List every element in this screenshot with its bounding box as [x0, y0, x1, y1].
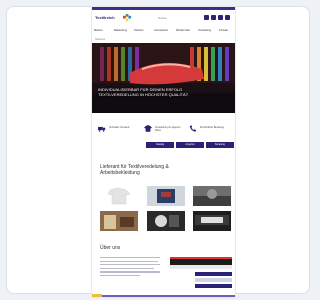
nav-item[interactable]: Bekleidung	[114, 29, 127, 32]
hero-caption: INDIVIDUALISIERBAR FÜR DEINEN ERFOLG TEX…	[98, 87, 218, 97]
main-nav: Marken Bekleidung Taschen Accessoires We…	[94, 29, 233, 34]
search-link[interactable]: Suche	[158, 16, 167, 20]
cart-icon[interactable]	[218, 15, 223, 20]
service-item[interactable]: Persönliche Beratung	[189, 125, 229, 141]
service-strip: Schneller Versand Veredelung im eigenen …	[92, 125, 235, 155]
menu-icon[interactable]	[225, 15, 230, 20]
shirt-icon	[144, 125, 152, 132]
hero-image	[92, 43, 235, 113]
top-bar	[92, 7, 235, 10]
cta-button-secondary[interactable]	[195, 278, 232, 282]
heart-icon[interactable]	[211, 15, 216, 20]
service-text: Persönliche Beratung	[200, 126, 224, 129]
nav-item[interactable]: Taschen	[134, 29, 144, 32]
nav-item[interactable]: Marken	[94, 29, 103, 32]
gallery-image-3[interactable]	[193, 186, 231, 206]
logo-mark-icon	[123, 14, 132, 22]
gallery-image-4[interactable]	[100, 211, 138, 231]
service-item[interactable]: Veredelung im eigenen Haus	[144, 125, 184, 141]
nav-item[interactable]: Kontakt	[219, 29, 228, 32]
about-title: Über uns	[100, 245, 121, 251]
nav-item[interactable]: Veredelung	[198, 29, 211, 32]
tab-link[interactable]: Angebot	[176, 142, 204, 148]
cookie-badge[interactable]	[92, 294, 102, 297]
phone-icon	[189, 125, 197, 132]
truck-icon	[98, 126, 106, 132]
service-text: Veredelung im eigenen Haus	[155, 126, 181, 132]
website-page-screenshot: Textilreich Suche Marken Bekleidung Tasc…	[92, 7, 235, 297]
gallery-image-5[interactable]	[147, 211, 185, 231]
section-title: Lieferant für Textilveredelung & Arbeits…	[100, 164, 169, 176]
cta-button[interactable]	[195, 272, 232, 276]
gallery-image-6[interactable]	[193, 211, 231, 231]
footer-bar	[92, 295, 235, 297]
quick-links: Katalog Angebot Beratung	[146, 142, 234, 148]
user-icon[interactable]	[204, 15, 209, 20]
image-gallery	[100, 186, 232, 234]
gallery-image-2[interactable]	[147, 186, 185, 206]
tab-link[interactable]: Beratung	[206, 142, 234, 148]
hero-caption-line2: TEXTILVEREDELUNG IN HÖCHSTER QUALITÄT	[98, 92, 189, 97]
logo-text: Textilreich	[95, 15, 115, 20]
about-text	[100, 257, 162, 279]
about-image	[170, 257, 232, 265]
cta-button-tertiary[interactable]	[195, 284, 232, 288]
tab-link[interactable]: Katalog	[146, 142, 174, 148]
nav-item[interactable]: Werbemittel	[176, 29, 190, 32]
site-logo[interactable]: Textilreich	[95, 14, 132, 26]
hero-banner[interactable]: INDIVIDUALISIERBAR FÜR DEINEN ERFOLG TEX…	[92, 43, 235, 113]
nav-item[interactable]: Accessoires	[154, 29, 168, 32]
breadcrumb[interactable]: Startseite	[95, 38, 105, 41]
gallery-image-1[interactable]	[100, 186, 138, 206]
service-text: Schneller Versand	[109, 126, 130, 129]
service-item[interactable]: Schneller Versand	[98, 125, 138, 141]
